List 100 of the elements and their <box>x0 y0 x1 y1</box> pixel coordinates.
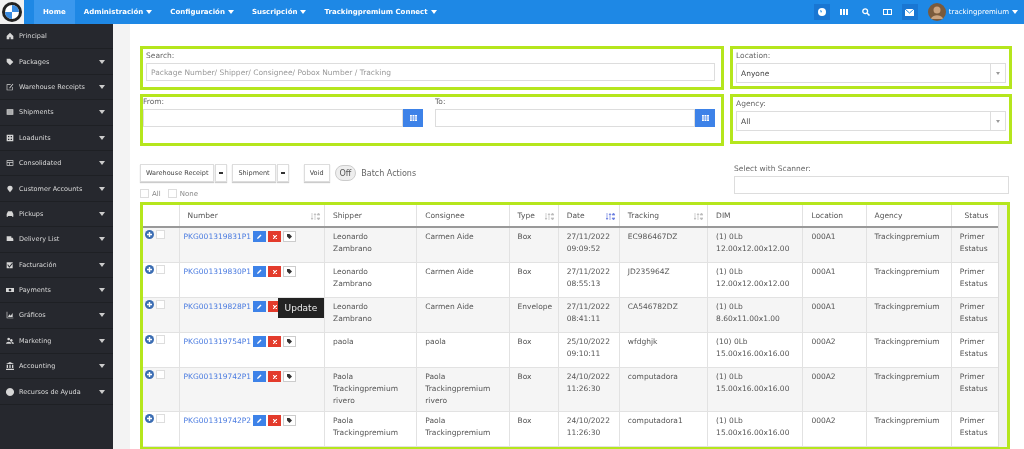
caret-icon <box>99 135 105 140</box>
caret-icon <box>99 186 105 191</box>
calendar-icon <box>701 115 709 121</box>
caret-icon <box>99 389 105 394</box>
pencil-icon <box>257 269 263 274</box>
scrollbar[interactable] <box>998 205 1007 447</box>
row-checkbox[interactable] <box>156 265 165 274</box>
caret-icon <box>99 313 105 318</box>
caret-icon <box>99 84 105 89</box>
caret-icon <box>300 10 307 14</box>
caret-icon <box>99 59 105 64</box>
expand-icon[interactable] <box>145 300 154 309</box>
checkbox[interactable] <box>140 189 149 198</box>
tag-button[interactable] <box>283 336 297 347</box>
tag-button[interactable] <box>283 231 297 242</box>
list-icon <box>6 108 14 117</box>
caret-icon <box>99 110 105 115</box>
pencil-icon <box>257 374 263 379</box>
row-checkbox[interactable] <box>156 300 165 309</box>
car-icon <box>6 209 14 218</box>
tag-icon <box>287 339 293 344</box>
caret-icon <box>99 262 105 267</box>
pencil-icon <box>257 304 263 309</box>
caret-icon <box>99 338 105 343</box>
caret-icon <box>99 288 105 293</box>
tag-icon <box>287 418 293 423</box>
row-checkbox[interactable] <box>156 335 165 344</box>
users-icon <box>6 336 14 345</box>
caret-icon <box>280 172 285 174</box>
caret-icon <box>99 364 105 369</box>
chart-icon <box>6 311 14 320</box>
toggle-switch[interactable]: Off <box>334 165 357 181</box>
caret-icon <box>227 10 234 14</box>
close-icon <box>272 234 277 239</box>
sort-icon <box>605 213 615 220</box>
avatar[interactable] <box>927 3 946 21</box>
expand-icon[interactable] <box>145 414 154 423</box>
close-icon <box>272 339 277 344</box>
edit-button[interactable] <box>253 336 267 347</box>
logo-icon[interactable] <box>0 0 24 24</box>
toggle-label: Batch Actions <box>361 168 417 178</box>
edit-button[interactable] <box>253 266 267 277</box>
grid-icon <box>6 133 14 142</box>
sort-icon <box>544 213 554 220</box>
calendar-icon <box>409 115 417 121</box>
tag-button[interactable] <box>283 266 297 277</box>
caret-icon <box>996 71 1000 75</box>
tag-icon <box>287 269 293 274</box>
checkbox[interactable] <box>167 189 177 198</box>
money-icon <box>6 286 14 295</box>
tag-button[interactable] <box>283 415 297 426</box>
home-icon <box>6 32 14 41</box>
truck-icon <box>6 235 14 244</box>
tooltip: Update <box>277 298 325 318</box>
close-icon <box>272 418 277 423</box>
caret-icon <box>430 10 437 14</box>
caret-icon <box>146 10 153 14</box>
caret-icon <box>99 237 105 242</box>
edit-button[interactable] <box>253 415 267 426</box>
pencil-icon <box>257 339 263 344</box>
caret-icon <box>219 172 224 174</box>
invoice-icon <box>6 260 14 269</box>
sort-icon <box>311 213 320 220</box>
edit-button[interactable] <box>253 371 267 382</box>
scanner-field[interactable] <box>734 176 1009 194</box>
expand-icon[interactable] <box>145 265 154 274</box>
caret-icon <box>99 161 105 166</box>
sort-icon <box>694 213 704 220</box>
calendar-button[interactable] <box>695 109 715 127</box>
close-icon <box>272 374 277 379</box>
caret-icon <box>99 211 105 216</box>
info-icon <box>6 387 14 396</box>
caret-button[interactable] <box>215 164 228 182</box>
tag-icon <box>287 374 293 379</box>
edit-icon <box>6 82 14 91</box>
row-checkbox[interactable] <box>156 370 165 379</box>
date-field[interactable] <box>143 109 403 127</box>
date-field[interactable] <box>435 109 695 127</box>
bank-icon <box>6 362 14 371</box>
expand-icon[interactable] <box>145 370 154 379</box>
mail-icon[interactable] <box>901 4 918 20</box>
tag-icon <box>287 234 293 239</box>
row-checkbox[interactable] <box>156 230 165 239</box>
expand-icon[interactable] <box>145 230 154 239</box>
close-icon <box>272 304 277 309</box>
close-icon <box>272 269 277 274</box>
tag-button[interactable] <box>283 371 297 382</box>
calendar-button[interactable] <box>403 109 423 127</box>
pencil-icon <box>257 418 263 423</box>
globe-icon[interactable] <box>813 4 830 20</box>
pencil-icon <box>257 234 263 239</box>
edit-button[interactable] <box>253 231 267 242</box>
row-checkbox[interactable] <box>156 414 165 423</box>
caret-icon <box>996 119 1000 123</box>
caret-button[interactable] <box>276 164 289 182</box>
caret-icon <box>1012 10 1018 14</box>
expand-icon[interactable] <box>145 335 154 344</box>
pin-icon <box>6 184 14 193</box>
table-icon <box>6 159 14 168</box>
tag-icon <box>6 57 14 66</box>
